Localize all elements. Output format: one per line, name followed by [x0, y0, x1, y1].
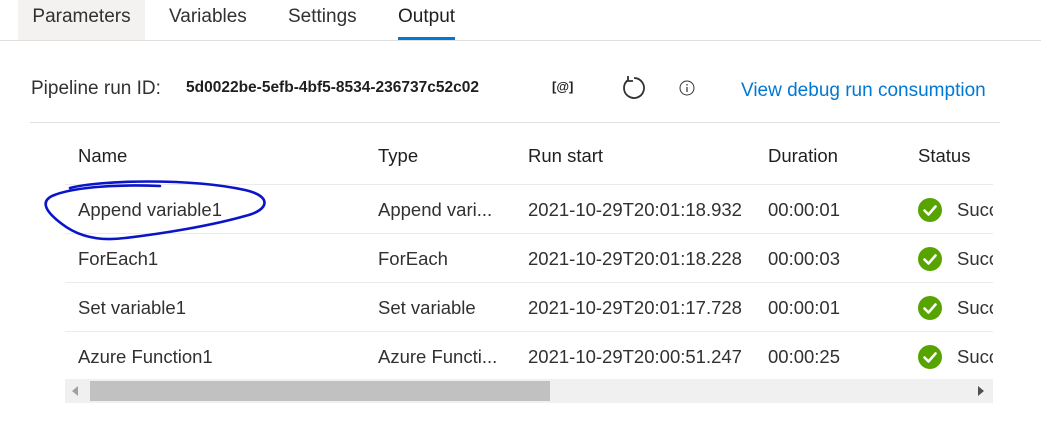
refresh-icon[interactable]	[619, 74, 647, 102]
tab-bar: Parameters Variables Settings Output	[0, 0, 1041, 41]
activity-type: Set variable	[378, 297, 476, 318]
activity-run-start: 2021-10-29T20:01:18.932	[528, 199, 742, 220]
activity-duration: 00:00:25	[768, 346, 841, 367]
tab-parameters[interactable]: Parameters	[18, 0, 145, 40]
activity-name[interactable]: Set variable1	[78, 297, 186, 319]
table-row[interactable]: Azure Function1 Azure Functi... 2021-10-…	[65, 332, 993, 379]
success-check-icon	[918, 247, 942, 271]
divider	[30, 122, 1000, 123]
view-debug-run-consumption-link[interactable]: View debug run consumption	[741, 80, 986, 102]
activity-run-start: 2021-10-29T20:01:17.728	[528, 297, 742, 318]
horizontal-scrollbar[interactable]	[65, 379, 993, 403]
success-check-icon	[918, 198, 942, 222]
activity-run-start: 2021-10-29T20:01:18.228	[528, 248, 742, 269]
copy-run-id-button[interactable]: [@]	[552, 79, 573, 94]
activity-runs-table: Name Type Run start Duration Status Appe…	[65, 136, 993, 379]
activity-status: Succ	[957, 346, 993, 367]
activity-status: Succ	[957, 199, 993, 220]
activity-type: ForEach	[378, 248, 448, 269]
table-row[interactable]: Set variable1 Set variable 2021-10-29T20…	[65, 283, 993, 332]
hand-drawn-circle-annotation	[44, 180, 266, 241]
column-header-status[interactable]: Status	[918, 145, 970, 167]
tab-variables[interactable]: Variables	[169, 0, 247, 40]
activity-run-start: 2021-10-29T20:00:51.247	[528, 346, 742, 367]
scroll-right-arrow-icon[interactable]	[978, 386, 984, 396]
activity-duration: 00:00:01	[768, 297, 841, 318]
tab-output[interactable]: Output	[398, 0, 456, 40]
info-icon[interactable]	[679, 80, 695, 96]
column-header-duration[interactable]: Duration	[768, 145, 838, 167]
scroll-left-arrow-icon[interactable]	[72, 386, 78, 396]
scrollbar-thumb[interactable]	[90, 381, 550, 401]
column-header-run-start[interactable]: Run start	[528, 145, 603, 167]
activity-type: Append vari...	[378, 199, 493, 220]
pipeline-run-id-value: 5d0022be-5efb-4bf5-8534-236737c52c02	[186, 79, 479, 96]
success-check-icon	[918, 345, 942, 369]
success-check-icon	[918, 296, 942, 320]
activity-duration: 00:00:03	[768, 248, 841, 269]
activity-type: Azure Functi...	[378, 346, 498, 367]
pipeline-run-id-label: Pipeline run ID:	[31, 78, 161, 99]
activity-name[interactable]: ForEach1	[78, 248, 158, 270]
column-header-type[interactable]: Type	[378, 145, 418, 167]
activity-name[interactable]: Azure Function1	[78, 346, 213, 368]
activity-status: Succ	[957, 248, 993, 269]
activity-status: Succ	[957, 297, 993, 318]
activity-duration: 00:00:01	[768, 199, 841, 220]
column-header-name[interactable]: Name	[78, 145, 127, 167]
tab-settings[interactable]: Settings	[288, 0, 357, 40]
